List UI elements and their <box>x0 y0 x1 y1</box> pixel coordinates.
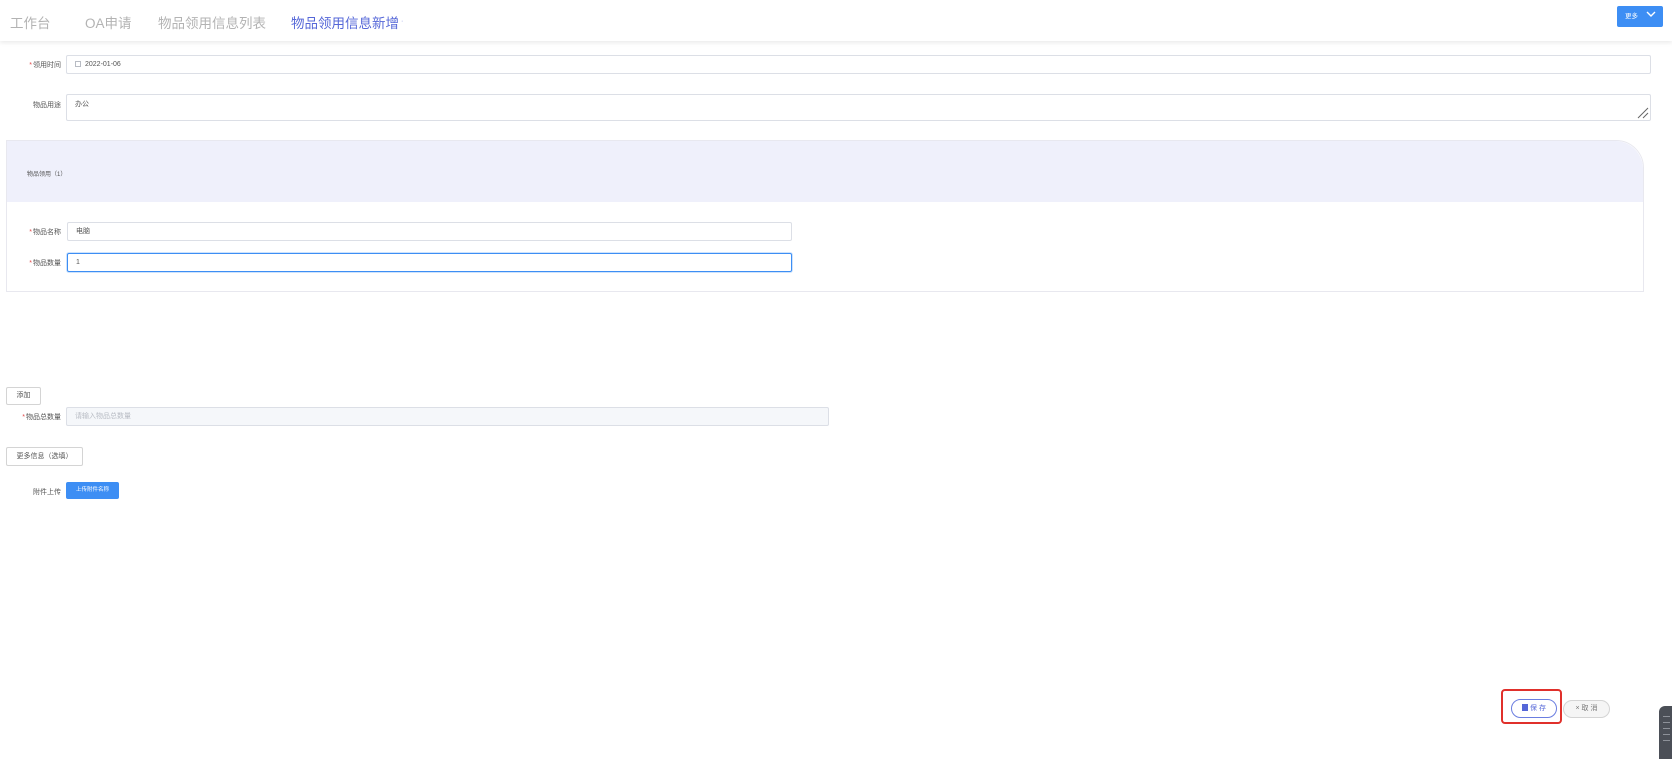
calendar-icon <box>75 61 81 67</box>
total-qty-field[interactable]: 请输入物品总数量 <box>66 407 829 426</box>
item-section-title: 物品领用（1） <box>27 172 67 178</box>
purpose-textarea[interactable]: 办公 <box>66 94 1651 121</box>
tab-workbench[interactable]: 工作台 <box>10 12 51 32</box>
document-icon <box>1522 704 1529 711</box>
resize-handle-icon[interactable] <box>1637 107 1649 119</box>
item-name-label: *物品名称 <box>29 229 61 236</box>
tab-item-add[interactable]: 物品领用信息新增 <box>291 12 399 32</box>
cancel-button[interactable]: × 取 消 <box>1563 700 1610 718</box>
save-button[interactable]: 保 存 <box>1511 699 1557 718</box>
more-button[interactable]: 更多 <box>1617 6 1663 27</box>
more-button-label: 更多 <box>1625 13 1638 20</box>
total-qty-label: *物品总数量 <box>22 414 61 421</box>
item-qty-label: *物品数量 <box>29 260 61 267</box>
item-section-header: 物品领用（1） <box>7 141 1643 202</box>
item-qty-field[interactable]: 1 <box>67 253 792 272</box>
side-toolbar-handle[interactable] <box>1659 706 1672 759</box>
tab-bar: 工作台 OA申请 物品领用信息列表 物品领用信息新增 · 更多 <box>0 0 1672 41</box>
tab-oa-apply[interactable]: OA申请 <box>85 12 132 32</box>
attachment-label: 附件上传 <box>33 489 61 496</box>
purpose-label: 物品用途 <box>33 102 61 109</box>
add-item-button[interactable]: 添加 <box>6 387 41 405</box>
more-info-button[interactable]: 更多信息（选填） <box>6 447 83 466</box>
upload-attachment-button[interactable]: 上传附件名称 <box>66 482 119 499</box>
receive-time-label: *领用时间 <box>29 62 61 69</box>
chevron-down-icon <box>1646 11 1656 17</box>
item-name-field[interactable]: 电脑 <box>67 222 792 241</box>
tab-item-list[interactable]: 物品领用信息列表 <box>158 12 266 32</box>
tab-close-icon[interactable]: · <box>401 18 403 25</box>
receive-time-field[interactable]: 2022-01-06 <box>66 55 1651 74</box>
